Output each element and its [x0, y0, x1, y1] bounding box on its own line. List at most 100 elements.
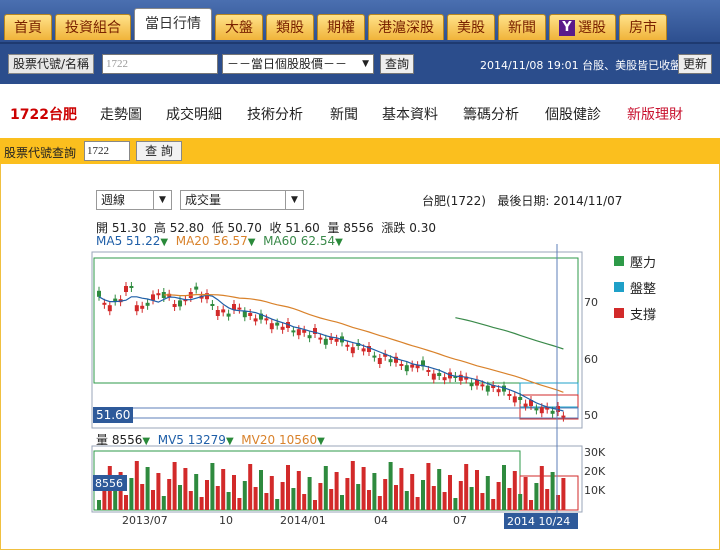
volume-bar: [448, 475, 452, 510]
candle-body: [145, 302, 150, 306]
volume-bar: [453, 498, 458, 510]
volume-bar: [529, 500, 533, 510]
candle-body: [215, 310, 220, 316]
volume-bar: [215, 486, 220, 510]
time-axis-label: 07: [453, 514, 467, 527]
volume-bar: [399, 468, 404, 510]
candle-body: [323, 338, 328, 345]
candle-body: [172, 304, 177, 307]
volume-bar: [383, 479, 388, 510]
candle-body: [124, 286, 128, 292]
ma20-line: [163, 293, 564, 393]
resistance-zone: [93, 257, 579, 384]
volume-bar: [334, 472, 339, 510]
ma60-line: [455, 317, 564, 350]
candle-body: [350, 347, 355, 354]
candle-body: [469, 383, 474, 387]
volume-bar: [539, 466, 544, 510]
volume-bar: [140, 484, 145, 510]
volume-bar: [561, 478, 566, 510]
volume-bar: [199, 497, 204, 510]
volume-bar: [372, 473, 377, 510]
candle-body: [129, 286, 134, 288]
ma5-line: [98, 294, 564, 412]
volume-bar: [523, 477, 528, 510]
volume-bar: [269, 476, 274, 510]
time-axis-label: 2014/01: [280, 514, 326, 527]
volume-bar: [469, 487, 474, 510]
candle-body: [388, 359, 393, 363]
time-axis-label: 04: [374, 514, 388, 527]
volume-bar: [145, 467, 150, 510]
candle-body: [377, 358, 382, 364]
volume-bar: [404, 491, 409, 510]
candle-body: [134, 305, 139, 312]
volume-bar: [512, 471, 517, 510]
ma-lines-layer: [98, 293, 564, 412]
cursor-date-label: 2014 10/24: [507, 515, 570, 528]
candle-body: [97, 290, 101, 297]
volume-bar: [291, 488, 296, 510]
volume-bar: [302, 494, 307, 510]
volume-bar: [178, 485, 182, 510]
stock-chart[interactable]: 70 60 50 30K 20K 10K 2013/07 10 2014/01 …: [0, 0, 720, 550]
candle-body: [248, 313, 253, 316]
candle-body: [237, 307, 242, 310]
volume-bar: [221, 469, 226, 510]
volume-bar: [485, 476, 490, 510]
cursor-price-label: 51.60: [96, 408, 130, 422]
candle-body: [507, 394, 512, 396]
volume-bar: [329, 489, 334, 510]
volume-bar: [518, 494, 523, 510]
candle-body: [534, 408, 539, 411]
volume-bar: [248, 464, 253, 510]
candle-body: [480, 384, 485, 387]
volume-bar: [242, 481, 247, 510]
volume-bar: [323, 466, 328, 510]
volume-bar: [97, 500, 101, 510]
candle-body: [242, 311, 247, 318]
candle-body: [512, 396, 517, 403]
volume-bar: [232, 475, 236, 510]
volume-bar: [464, 464, 469, 510]
volume-bar: [313, 500, 317, 510]
candle-body: [221, 309, 226, 313]
volume-bar: [388, 462, 393, 510]
volume-bar: [275, 499, 280, 510]
volume-bar: [183, 468, 188, 510]
volume-bar: [356, 484, 361, 510]
volume-bar: [507, 488, 512, 510]
volume-bar: [205, 480, 209, 510]
volume-bar: [172, 462, 177, 510]
time-axis-label: 10: [219, 514, 233, 527]
candle-body: [107, 305, 112, 312]
volume-bar: [502, 465, 506, 510]
volume-bar: [421, 480, 425, 510]
volume-bar: [129, 478, 134, 510]
volume-bar: [442, 492, 447, 510]
candle-body: [496, 389, 501, 393]
candle-body: [269, 323, 274, 330]
volume-bar: [437, 469, 442, 510]
candle-body: [275, 322, 280, 326]
price-axis-label: 50: [584, 409, 598, 422]
candle-body: [550, 410, 555, 414]
candle-body: [280, 326, 285, 330]
candle-body: [442, 377, 447, 381]
candle-body: [372, 355, 377, 358]
volume-bar: [431, 486, 436, 510]
candle-body: [318, 337, 323, 340]
candle-body: [140, 305, 145, 309]
price-axis-label: 70: [584, 296, 598, 309]
volume-bar: [134, 461, 139, 510]
volume-bar: [226, 492, 231, 510]
volume-bar: [458, 481, 463, 510]
price-band: [93, 407, 579, 419]
volume-bar: [307, 477, 312, 510]
candle-body: [404, 365, 409, 372]
volume-bar: [415, 497, 420, 510]
candle-body: [178, 300, 182, 307]
candle-body: [426, 370, 431, 372]
cursor-volume-label: 8556: [95, 477, 123, 490]
volume-bar: [350, 461, 355, 510]
